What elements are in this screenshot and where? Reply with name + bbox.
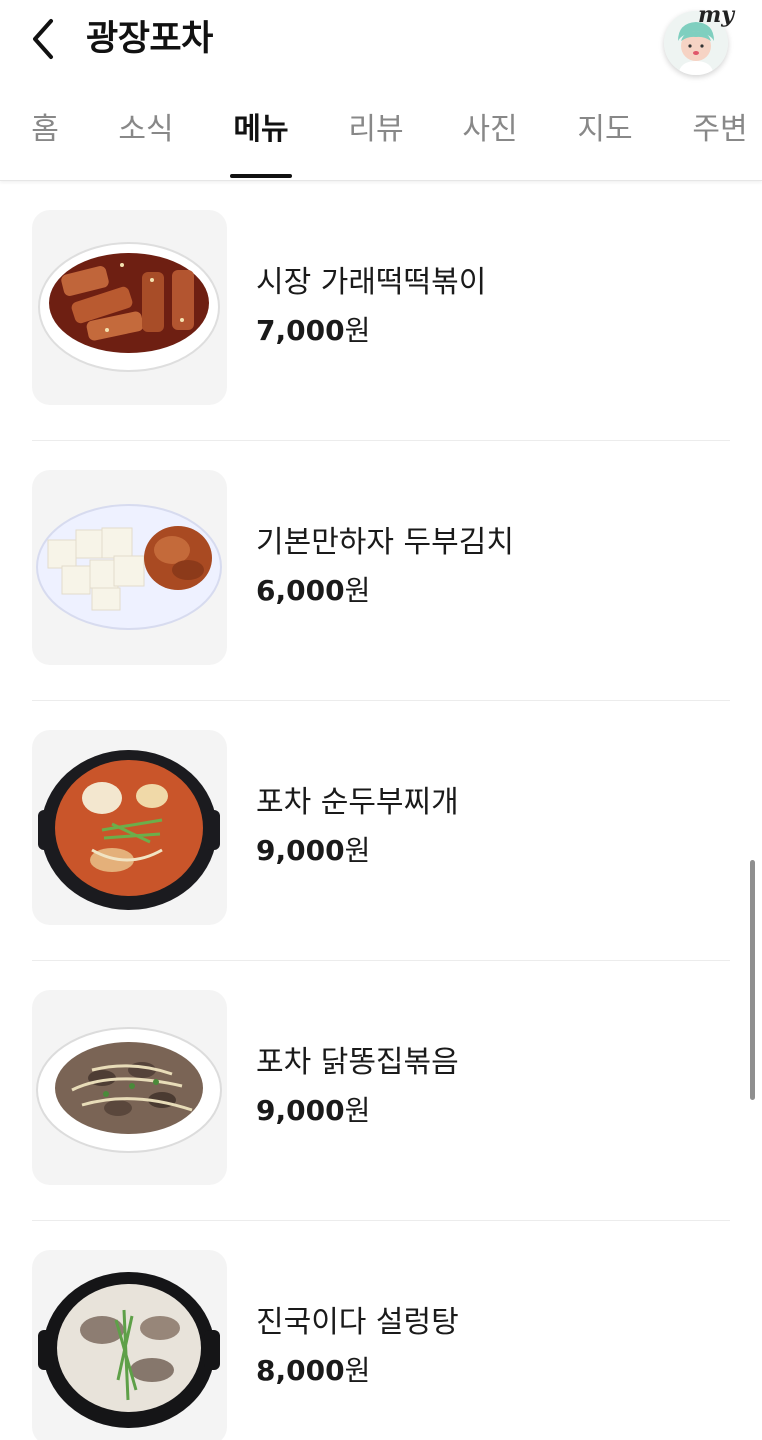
currency-suffix: 원: [344, 1094, 371, 1127]
price-amount: 6,000: [256, 574, 345, 607]
tab-map[interactable]: 지도: [575, 108, 635, 178]
currency-suffix: 원: [344, 1354, 371, 1387]
tofu-kimchi-dish-image: [32, 470, 227, 665]
my-badge: my: [698, 2, 735, 28]
menu-item[interactable]: 포차 순두부찌개 9,000원: [32, 701, 730, 961]
menu-item[interactable]: 진국이다 설렁탕 8,000원: [32, 1221, 730, 1440]
active-tab-indicator: [230, 174, 292, 178]
tab-news[interactable]: 소식: [116, 108, 176, 178]
currency-suffix: 원: [344, 314, 371, 347]
tteokbokki-dish-image: [32, 210, 227, 405]
menu-item[interactable]: 기본만하자 두부김치 6,000원: [32, 441, 730, 701]
menu-item-name: 기본만하자 두부김치: [256, 525, 514, 560]
tab-review[interactable]: 리뷰: [346, 108, 406, 178]
menu-item-name: 진국이다 설렁탕: [256, 1305, 459, 1340]
seolleongtang-image: [32, 1250, 227, 1440]
currency-suffix: 원: [344, 834, 371, 867]
app-screen: 광장포차 my 홈 소식 메뉴 리뷰 사진 지도 주변 시장 가래떡떡볶이 7,…: [0, 0, 762, 1440]
tab-label: 메뉴: [233, 112, 289, 147]
menu-item-price: 7,000원: [256, 309, 370, 353]
tab-menu[interactable]: 메뉴: [230, 108, 292, 178]
my-profile-button[interactable]: my: [662, 2, 738, 76]
tab-label: 주변: [692, 112, 748, 147]
tab-label: 사진: [462, 112, 518, 147]
scrollbar[interactable]: [750, 860, 755, 1100]
menu-item-price: 6,000원: [256, 569, 370, 613]
chicken-gizzard-dish-image: [32, 990, 227, 1185]
tab-label: 홈: [31, 112, 59, 147]
tab-label: 리뷰: [348, 112, 404, 147]
price-amount: 7,000: [256, 314, 345, 347]
menu-item-price: 9,000원: [256, 829, 370, 873]
price-amount: 9,000: [256, 1094, 345, 1127]
tab-home[interactable]: 홈: [30, 108, 60, 178]
menu-item-price: 8,000원: [256, 1349, 370, 1393]
menu-item[interactable]: 포차 닭똥집볶음 9,000원: [32, 961, 730, 1221]
chevron-left-icon: [33, 19, 53, 59]
menu-item-name: 포차 닭똥집볶음: [256, 1045, 459, 1080]
tab-label: 지도: [577, 112, 633, 147]
tab-bar: 홈 소식 메뉴 리뷰 사진 지도 주변: [0, 100, 762, 181]
tab-label: 소식: [118, 112, 174, 147]
tab-nearby[interactable]: 주변: [690, 108, 750, 178]
tab-photo[interactable]: 사진: [460, 108, 520, 178]
currency-suffix: 원: [344, 574, 371, 607]
price-amount: 8,000: [256, 1354, 345, 1387]
page-title: 광장포차: [86, 19, 213, 59]
price-amount: 9,000: [256, 834, 345, 867]
top-bar: 광장포차 my: [0, 0, 762, 80]
menu-item-price: 9,000원: [256, 1089, 370, 1133]
menu-item-name: 시장 가래떡떡볶이: [256, 265, 487, 300]
menu-item-name: 포차 순두부찌개: [256, 785, 459, 820]
menu-list: 시장 가래떡떡볶이 7,000원 기본만하자 두부김치 6,000원 포차 순두…: [0, 181, 762, 1440]
back-button[interactable]: [22, 14, 66, 64]
sundubu-stew-image: [32, 730, 227, 925]
menu-item[interactable]: 시장 가래떡떡볶이 7,000원: [32, 181, 730, 441]
